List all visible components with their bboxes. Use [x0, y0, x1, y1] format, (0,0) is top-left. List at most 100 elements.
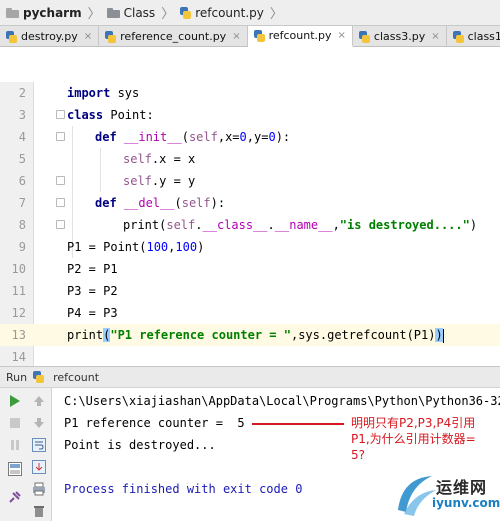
chevron-right-icon: 〉 — [87, 7, 101, 22]
code-line[interactable]: 14 — [0, 346, 500, 366]
fold-marker-icon[interactable] — [56, 198, 65, 207]
tab-class3[interactable]: class3.py × — [353, 26, 447, 47]
print-button[interactable] — [30, 480, 48, 498]
python-run-config-icon — [33, 371, 45, 383]
scroll-down-button[interactable] — [30, 414, 48, 432]
tab-class1[interactable]: class1.py × — [447, 26, 500, 47]
console-line: C:\Users\xiajiashan\AppData\Local\Progra… — [64, 394, 500, 408]
folder-icon — [6, 7, 19, 18]
arrow-down-icon — [34, 418, 44, 428]
tab-destroy[interactable]: destroy.py × — [0, 26, 100, 47]
delete-button[interactable] — [30, 502, 48, 520]
tab-refcount[interactable]: refcount.py × — [247, 26, 353, 47]
watermark-url: iyunv.com — [432, 496, 500, 510]
line-number: 9 — [18, 240, 26, 254]
python-file-icon — [452, 30, 464, 43]
fold-marker-icon[interactable] — [56, 220, 65, 229]
code-line[interactable]: 5 self.x = x — [0, 148, 500, 170]
code-line[interactable]: 2 import sys — [0, 82, 500, 104]
close-icon[interactable]: × — [431, 31, 439, 42]
line-number: 11 — [11, 284, 26, 298]
code-text: print("P1 reference counter = ",sys.getr… — [67, 328, 444, 343]
wrap-icon — [32, 438, 46, 452]
rerun-button[interactable] — [6, 392, 24, 410]
editor-top-space — [0, 48, 500, 82]
code-text: def __del__(self): — [95, 196, 226, 210]
scroll-end-icon — [32, 460, 46, 474]
run-toolbar — [0, 388, 52, 521]
line-number: 3 — [18, 108, 26, 122]
code-line-current[interactable]: 13 print("P1 reference counter = ",sys.g… — [0, 324, 500, 346]
chevron-right-icon: 〉 — [161, 7, 175, 22]
code-line[interactable]: 9 P1 = Point(100,100) — [0, 236, 500, 258]
scroll-to-end-button[interactable] — [30, 458, 48, 476]
code-editor[interactable]: 2 import sys 3 class Point: 4 def __init… — [0, 82, 500, 366]
annotation-line: P1,为什么引用计数器= — [351, 432, 476, 446]
fold-marker-icon[interactable] — [56, 132, 65, 141]
stop-icon — [10, 418, 20, 428]
code-line[interactable]: 11 P3 = P2 — [0, 280, 500, 302]
code-line[interactable]: 12 P4 = P3 — [0, 302, 500, 324]
breadcrumb-file[interactable]: refcount.py — [180, 6, 264, 20]
python-file-icon — [253, 29, 265, 42]
line-number: 6 — [18, 174, 26, 188]
chevron-right-icon: 〉 — [269, 7, 283, 22]
python-file-icon — [105, 30, 117, 43]
breadcrumb: pycharm 〉 Class 〉 refcount.py 〉 — [0, 0, 500, 26]
annotation-line: 5? — [351, 448, 366, 462]
line-number: 10 — [11, 262, 26, 276]
folder-icon — [106, 7, 120, 18]
line-number: 5 — [18, 152, 26, 166]
console-line: Point is destroyed... — [64, 438, 216, 452]
python-file-icon — [358, 30, 370, 43]
close-icon[interactable]: × — [84, 31, 92, 42]
scroll-up-button[interactable] — [30, 392, 48, 410]
line-number: 2 — [18, 86, 26, 100]
code-line[interactable]: 6 self.y = y — [0, 170, 500, 192]
code-line[interactable]: 3 class Point: — [0, 104, 500, 126]
annotation-note: 明明只有P2,P3,P4引用 P1,为什么引用计数器= 5? — [351, 415, 499, 463]
run-config-name[interactable]: refcount — [53, 371, 99, 384]
code-text: def __init__(self,x=0,y=0): — [95, 130, 291, 144]
pause-icon — [11, 440, 19, 450]
pycharm-window: pycharm 〉 Class 〉 refcount.py 〉 destroy.… — [0, 0, 500, 521]
breadcrumb-project[interactable]: pycharm — [6, 6, 82, 20]
settings-button[interactable] — [6, 488, 24, 506]
watermark-title: 运维网 — [436, 478, 488, 497]
console-line-exit: Process finished with exit code 0 — [64, 482, 303, 496]
code-text: P3 = P2 — [67, 284, 118, 298]
editor-tabs: destroy.py × reference_count.py × refcou… — [0, 26, 500, 47]
run-label: Run — [6, 370, 28, 384]
close-icon[interactable]: × — [232, 31, 240, 42]
code-line[interactable]: 4 def __init__(self,x=0,y=0): — [0, 126, 500, 148]
annotation-line: 明明只有P2,P3,P4引用 — [351, 416, 476, 430]
code-line[interactable]: 7 def __del__(self): — [0, 192, 500, 214]
text-caret — [442, 328, 444, 343]
python-file-icon — [6, 30, 17, 43]
soft-wrap-button[interactable] — [30, 436, 48, 454]
console-line: P1 reference counter = 5 — [64, 416, 245, 430]
code-line[interactable]: 8 print(self.__class__.__name__,"is dest… — [0, 214, 500, 236]
code-text: P4 = P3 — [67, 306, 118, 320]
pause-button[interactable] — [6, 436, 24, 454]
code-text: class Point: — [67, 108, 154, 122]
close-icon[interactable]: × — [338, 30, 346, 41]
dump-threads-button[interactable] — [6, 460, 24, 478]
annotation-underline — [252, 423, 344, 425]
tab-reference-count[interactable]: reference_count.py × — [99, 26, 248, 47]
code-text: print(self.__class__.__name__,"is destro… — [123, 218, 478, 232]
fold-marker-icon[interactable] — [56, 176, 65, 185]
breadcrumb-folder[interactable]: Class — [106, 6, 155, 20]
play-icon — [10, 395, 20, 407]
code-line[interactable]: 10 P2 = P1 — [0, 258, 500, 280]
pin-icon — [9, 491, 21, 503]
python-file-icon — [180, 6, 192, 19]
fold-marker-icon[interactable] — [56, 110, 65, 119]
code-text: self.x = x — [123, 152, 196, 166]
line-number: 4 — [18, 130, 26, 144]
line-number: 7 — [18, 196, 26, 210]
line-number: 14 — [11, 350, 26, 364]
arrow-up-icon — [34, 396, 44, 406]
stop-button[interactable] — [6, 414, 24, 432]
code-text: import sys — [67, 86, 140, 100]
